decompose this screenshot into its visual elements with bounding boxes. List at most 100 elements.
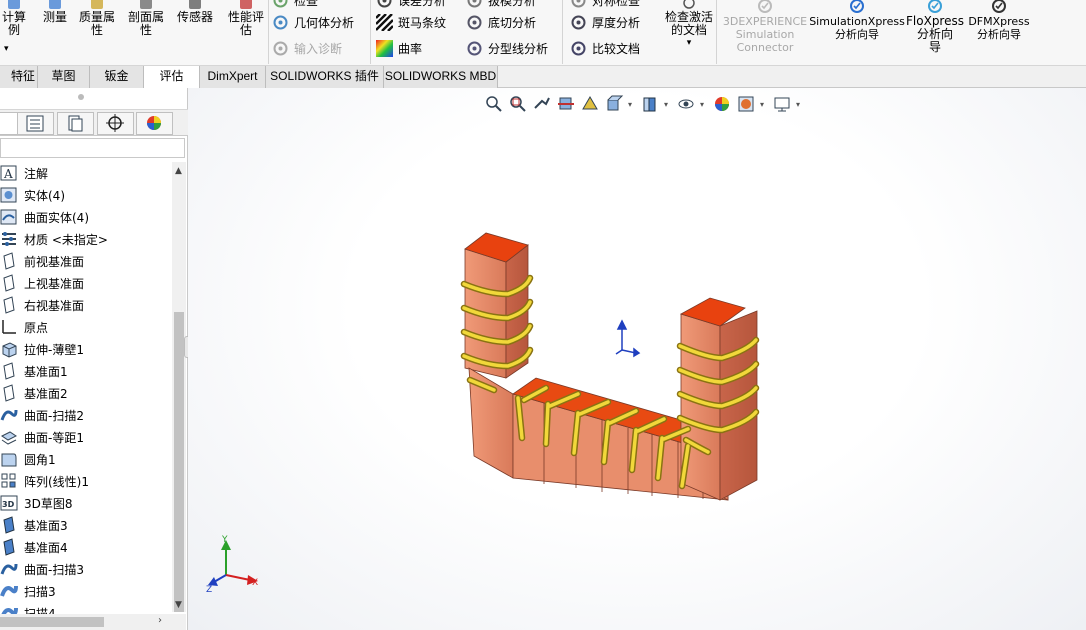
tree-item[interactable]: 前视基准面 <box>0 250 84 272</box>
compare-documents-button[interactable]: 比较文档 <box>570 38 640 58</box>
tab-features[interactable]: 特征 <box>0 66 38 88</box>
import-diagnostics-icon <box>272 40 289 57</box>
scroll-right-arrow[interactable]: › <box>158 615 162 626</box>
origin-icon <box>0 318 18 336</box>
tree-item[interactable]: 基准面3 <box>0 514 68 536</box>
check-activated-doc-button[interactable]: 检查激活 的文档 ▾ <box>660 0 718 50</box>
sensor-button[interactable]: 传感器 <box>172 0 218 24</box>
mass-properties-label: 质量属 性 <box>78 10 115 37</box>
simulationxpress-button[interactable]: SimulationXpress 分析向导 <box>809 0 905 41</box>
property-manager-icon <box>18 115 53 137</box>
3dexperience-sim-button: 3DEXPERIENCE Simulation Connector <box>722 0 808 54</box>
curvature-label: 曲率 <box>398 41 423 56</box>
geometry-analysis-button[interactable]: 几何体分析 <box>272 12 354 32</box>
mass-properties-button[interactable]: 质量属 性 <box>74 0 120 37</box>
scroll-thumb[interactable] <box>174 312 184 612</box>
parting-line-analysis-button[interactable]: 分型线分析 <box>466 38 548 58</box>
tree-item[interactable]: 右视基准面 <box>0 294 84 316</box>
feature-tree-filter-input[interactable] <box>0 138 185 158</box>
tree-item[interactable]: 拉伸-薄壁1 <box>0 338 84 360</box>
symmetry-check-button[interactable]: 对称检查 <box>570 0 640 10</box>
check-button[interactable]: 检查 <box>272 0 318 10</box>
plane-icon <box>0 252 18 270</box>
sensor-icon <box>185 0 205 10</box>
draft-analysis-button[interactable]: 拔模分析 <box>466 0 536 10</box>
parting-line-analysis-label: 分型线分析 <box>488 41 549 56</box>
material-icon <box>0 230 18 248</box>
command-manager-tabs: 特征 草图 钣金 评估 DimXpert SOLIDWORKS 插件 SOLIDWORKS … <box>0 66 1086 89</box>
performance-eval-button[interactable]: 性能评 估 <box>224 0 268 37</box>
dfmxpress-button[interactable]: DFMXpress 分析向导 <box>968 0 1030 41</box>
tab-evaluate[interactable]: 评估 <box>144 66 200 89</box>
tree-item[interactable]: 基准面2 <box>0 382 68 404</box>
thickness-analysis-button[interactable]: 厚度分析 <box>570 12 640 32</box>
dfmxpress-icon <box>989 0 1009 14</box>
scroll-up-arrow[interactable]: ▲ <box>175 166 182 176</box>
tree-item[interactable]: 曲面实体(4) <box>0 206 89 228</box>
dimxpert-manager-tab[interactable] <box>97 112 134 135</box>
svg-text:3D: 3D <box>2 500 15 509</box>
tree-item[interactable]: 材质 <未指定> <box>0 228 108 250</box>
tree-item[interactable]: 曲面-扫描2 <box>0 404 84 426</box>
tree-item[interactable]: 基准面1 <box>0 360 68 382</box>
graphics-area[interactable]: ▾ ▾ ▾ ▾ ▾ Y X Z <box>188 88 1086 630</box>
check-label: 检查 <box>294 0 319 8</box>
zebra-stripes-button[interactable]: 斑马条纹 <box>375 12 446 32</box>
tab-sw-mbd[interactable]: SOLIDWORKS MBD <box>384 66 498 88</box>
tree-item[interactable]: 曲面-扫描3 <box>0 558 84 580</box>
plane-icon <box>0 362 18 380</box>
3d-model[interactable]: Y X Z <box>188 88 1086 630</box>
scroll-down-arrow[interactable]: ▼ <box>175 600 182 610</box>
tree-item[interactable]: 基准面4 <box>0 536 68 558</box>
annotation-icon: A <box>0 164 18 182</box>
check-activated-doc-dropdown[interactable]: ▾ <box>687 37 692 50</box>
deviation-analysis-button[interactable]: 误差分析 <box>376 0 446 10</box>
measure-button[interactable]: 测量 <box>38 0 72 24</box>
panel-tabs <box>0 109 188 136</box>
tab-sketch[interactable]: 草图 <box>38 66 90 88</box>
surface-bodies-icon <box>0 208 18 226</box>
tree-item[interactable]: A 注解 <box>0 162 48 184</box>
configuration-manager-icon <box>58 115 93 137</box>
property-manager-tab[interactable] <box>17 112 54 135</box>
tree-item-label: 实体(4) <box>24 188 65 203</box>
check-activated-doc-label: 检查激活 的文档 <box>664 10 713 37</box>
display-manager-tab[interactable] <box>136 112 173 135</box>
tree-item-label: 上视基准面 <box>24 276 85 291</box>
tree-item[interactable]: 扫描3 <box>0 580 56 602</box>
tree-item-label: 基准面1 <box>24 364 68 379</box>
configuration-manager-tab[interactable] <box>57 112 94 135</box>
tree-item[interactable]: 上视基准面 <box>0 272 84 294</box>
hscroll-thumb[interactable] <box>0 617 104 627</box>
undercut-analysis-button[interactable]: 底切分析 <box>466 12 536 32</box>
tree-item-label: 3D草图8 <box>24 496 73 511</box>
tree-item-label: 拉伸-薄壁1 <box>24 342 84 357</box>
tree-item[interactable]: 3D 3D草图8 <box>0 492 73 514</box>
solid-bodies-icon <box>0 186 18 204</box>
tree-item[interactable]: 圆角1 <box>0 448 56 470</box>
tree-item[interactable]: 阵列(线性)1 <box>0 470 89 492</box>
3dexperience-sim-label: 3DEXPERIENCE Simulation Connector <box>722 15 808 54</box>
floxpress-button[interactable]: FloXpress 分析向 导 <box>906 0 964 54</box>
calc-button[interactable]: 计算 例 <box>0 0 28 37</box>
panel-collapse-handle[interactable] <box>78 94 84 100</box>
tree-item[interactable]: 实体(4) <box>0 184 65 206</box>
deviation-analysis-label: 误差分析 <box>398 0 447 8</box>
curvature-button[interactable]: 曲率 <box>376 38 422 58</box>
tree-item[interactable]: 原点 <box>0 316 48 338</box>
fillet-icon <box>0 450 18 468</box>
section-properties-button[interactable]: 剖面属 性 <box>124 0 168 37</box>
triad-z-label: Z <box>206 585 212 595</box>
mass-properties-icon <box>87 0 107 10</box>
tree-horizontal-scrollbar[interactable]: › <box>0 614 186 630</box>
calc-dropdown-arrow[interactable]: ▾ <box>4 44 9 54</box>
tab-sheet-metal[interactable]: 钣金 <box>90 66 144 88</box>
command-manager-ribbon: 计算 例 测量 质量属 性剖面属 性传感器 性能评 估 ▾ 检查 几何体分析 输入诊断 误差分析… <box>0 0 1086 66</box>
tree-item[interactable]: 曲面-等距1 <box>0 426 84 448</box>
plane-icon <box>0 296 18 314</box>
3d-sketch-icon: 3D <box>0 494 18 512</box>
deviation-analysis-icon <box>376 0 393 9</box>
tree-vertical-scrollbar[interactable]: ▲ ▼ <box>172 162 186 612</box>
tab-dimxpert[interactable]: DimXpert <box>200 66 266 88</box>
tab-sw-addins[interactable]: SOLIDWORKS 插件 <box>266 66 384 88</box>
